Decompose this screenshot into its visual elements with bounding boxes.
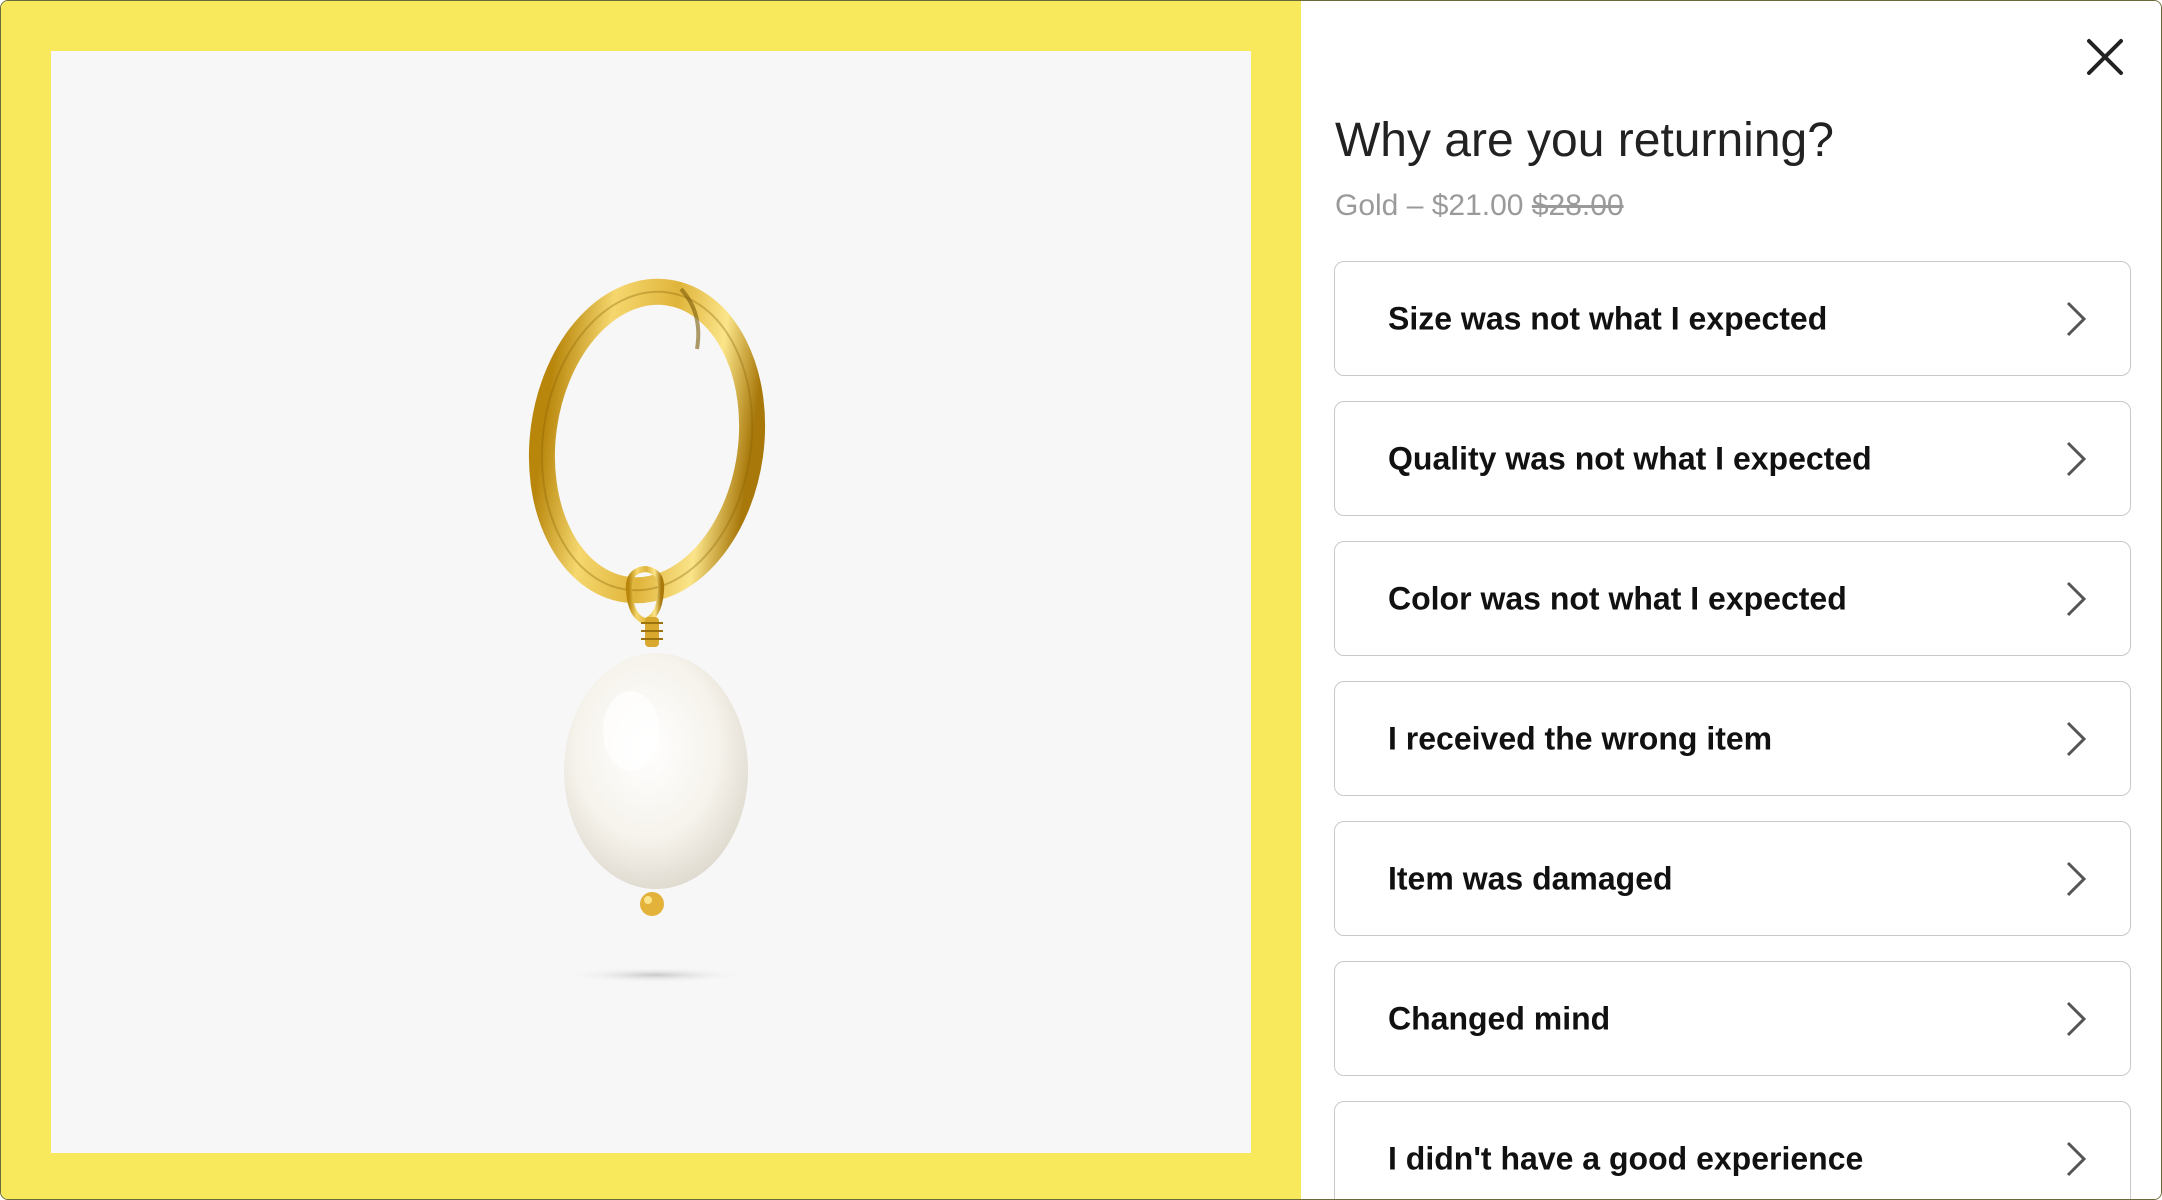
product-image-frame	[51, 51, 1251, 1153]
reason-label: Item was damaged	[1388, 860, 1673, 896]
reason-label: I didn't have a good experience	[1388, 1140, 1864, 1176]
reason-label: Size was not what I expected	[1388, 300, 1828, 336]
variant-name: Gold –	[1335, 189, 1432, 222]
chevron-right-icon	[2066, 1001, 2087, 1036]
reason-option-bad-experience[interactable]: I didn't have a good experience	[1334, 1101, 2131, 1199]
return-reasons-panel: Why are you returning? Gold – $21.00 $28…	[1301, 1, 2161, 1199]
return-reason-list: Size was not what I expected Quality was…	[1334, 261, 2131, 1199]
reason-label: Color was not what I expected	[1388, 580, 1847, 616]
modal-title: Why are you returning?	[1335, 114, 1834, 167]
chevron-right-icon	[2066, 441, 2087, 476]
reason-option-wrong-item[interactable]: I received the wrong item	[1334, 681, 2131, 796]
reason-label: Changed mind	[1388, 1000, 1611, 1036]
reason-option-color[interactable]: Color was not what I expected	[1334, 541, 2131, 656]
pearl-hoop-earring-image	[528, 278, 766, 983]
chevron-right-icon	[2066, 861, 2087, 896]
product-image-panel	[1, 1, 1301, 1199]
reason-label: Quality was not what I expected	[1388, 440, 1872, 476]
original-price: $28.00	[1531, 189, 1624, 222]
chevron-right-icon	[2066, 581, 2087, 616]
sale-price: $21.00	[1431, 189, 1524, 222]
product-variant-price: Gold – $21.00 $28.00	[1335, 189, 1624, 223]
return-reason-modal: Why are you returning? Gold – $21.00 $28…	[0, 0, 2162, 1200]
close-icon[interactable]	[2081, 33, 2129, 81]
chevron-right-icon	[2066, 1141, 2087, 1176]
reason-option-changed-mind[interactable]: Changed mind	[1334, 961, 2131, 1076]
reason-option-size[interactable]: Size was not what I expected	[1334, 261, 2131, 376]
chevron-right-icon	[2066, 721, 2087, 756]
reason-option-quality[interactable]: Quality was not what I expected	[1334, 401, 2131, 516]
reason-label: I received the wrong item	[1388, 720, 1773, 756]
reason-option-damaged[interactable]: Item was damaged	[1334, 821, 2131, 936]
chevron-right-icon	[2066, 301, 2087, 336]
